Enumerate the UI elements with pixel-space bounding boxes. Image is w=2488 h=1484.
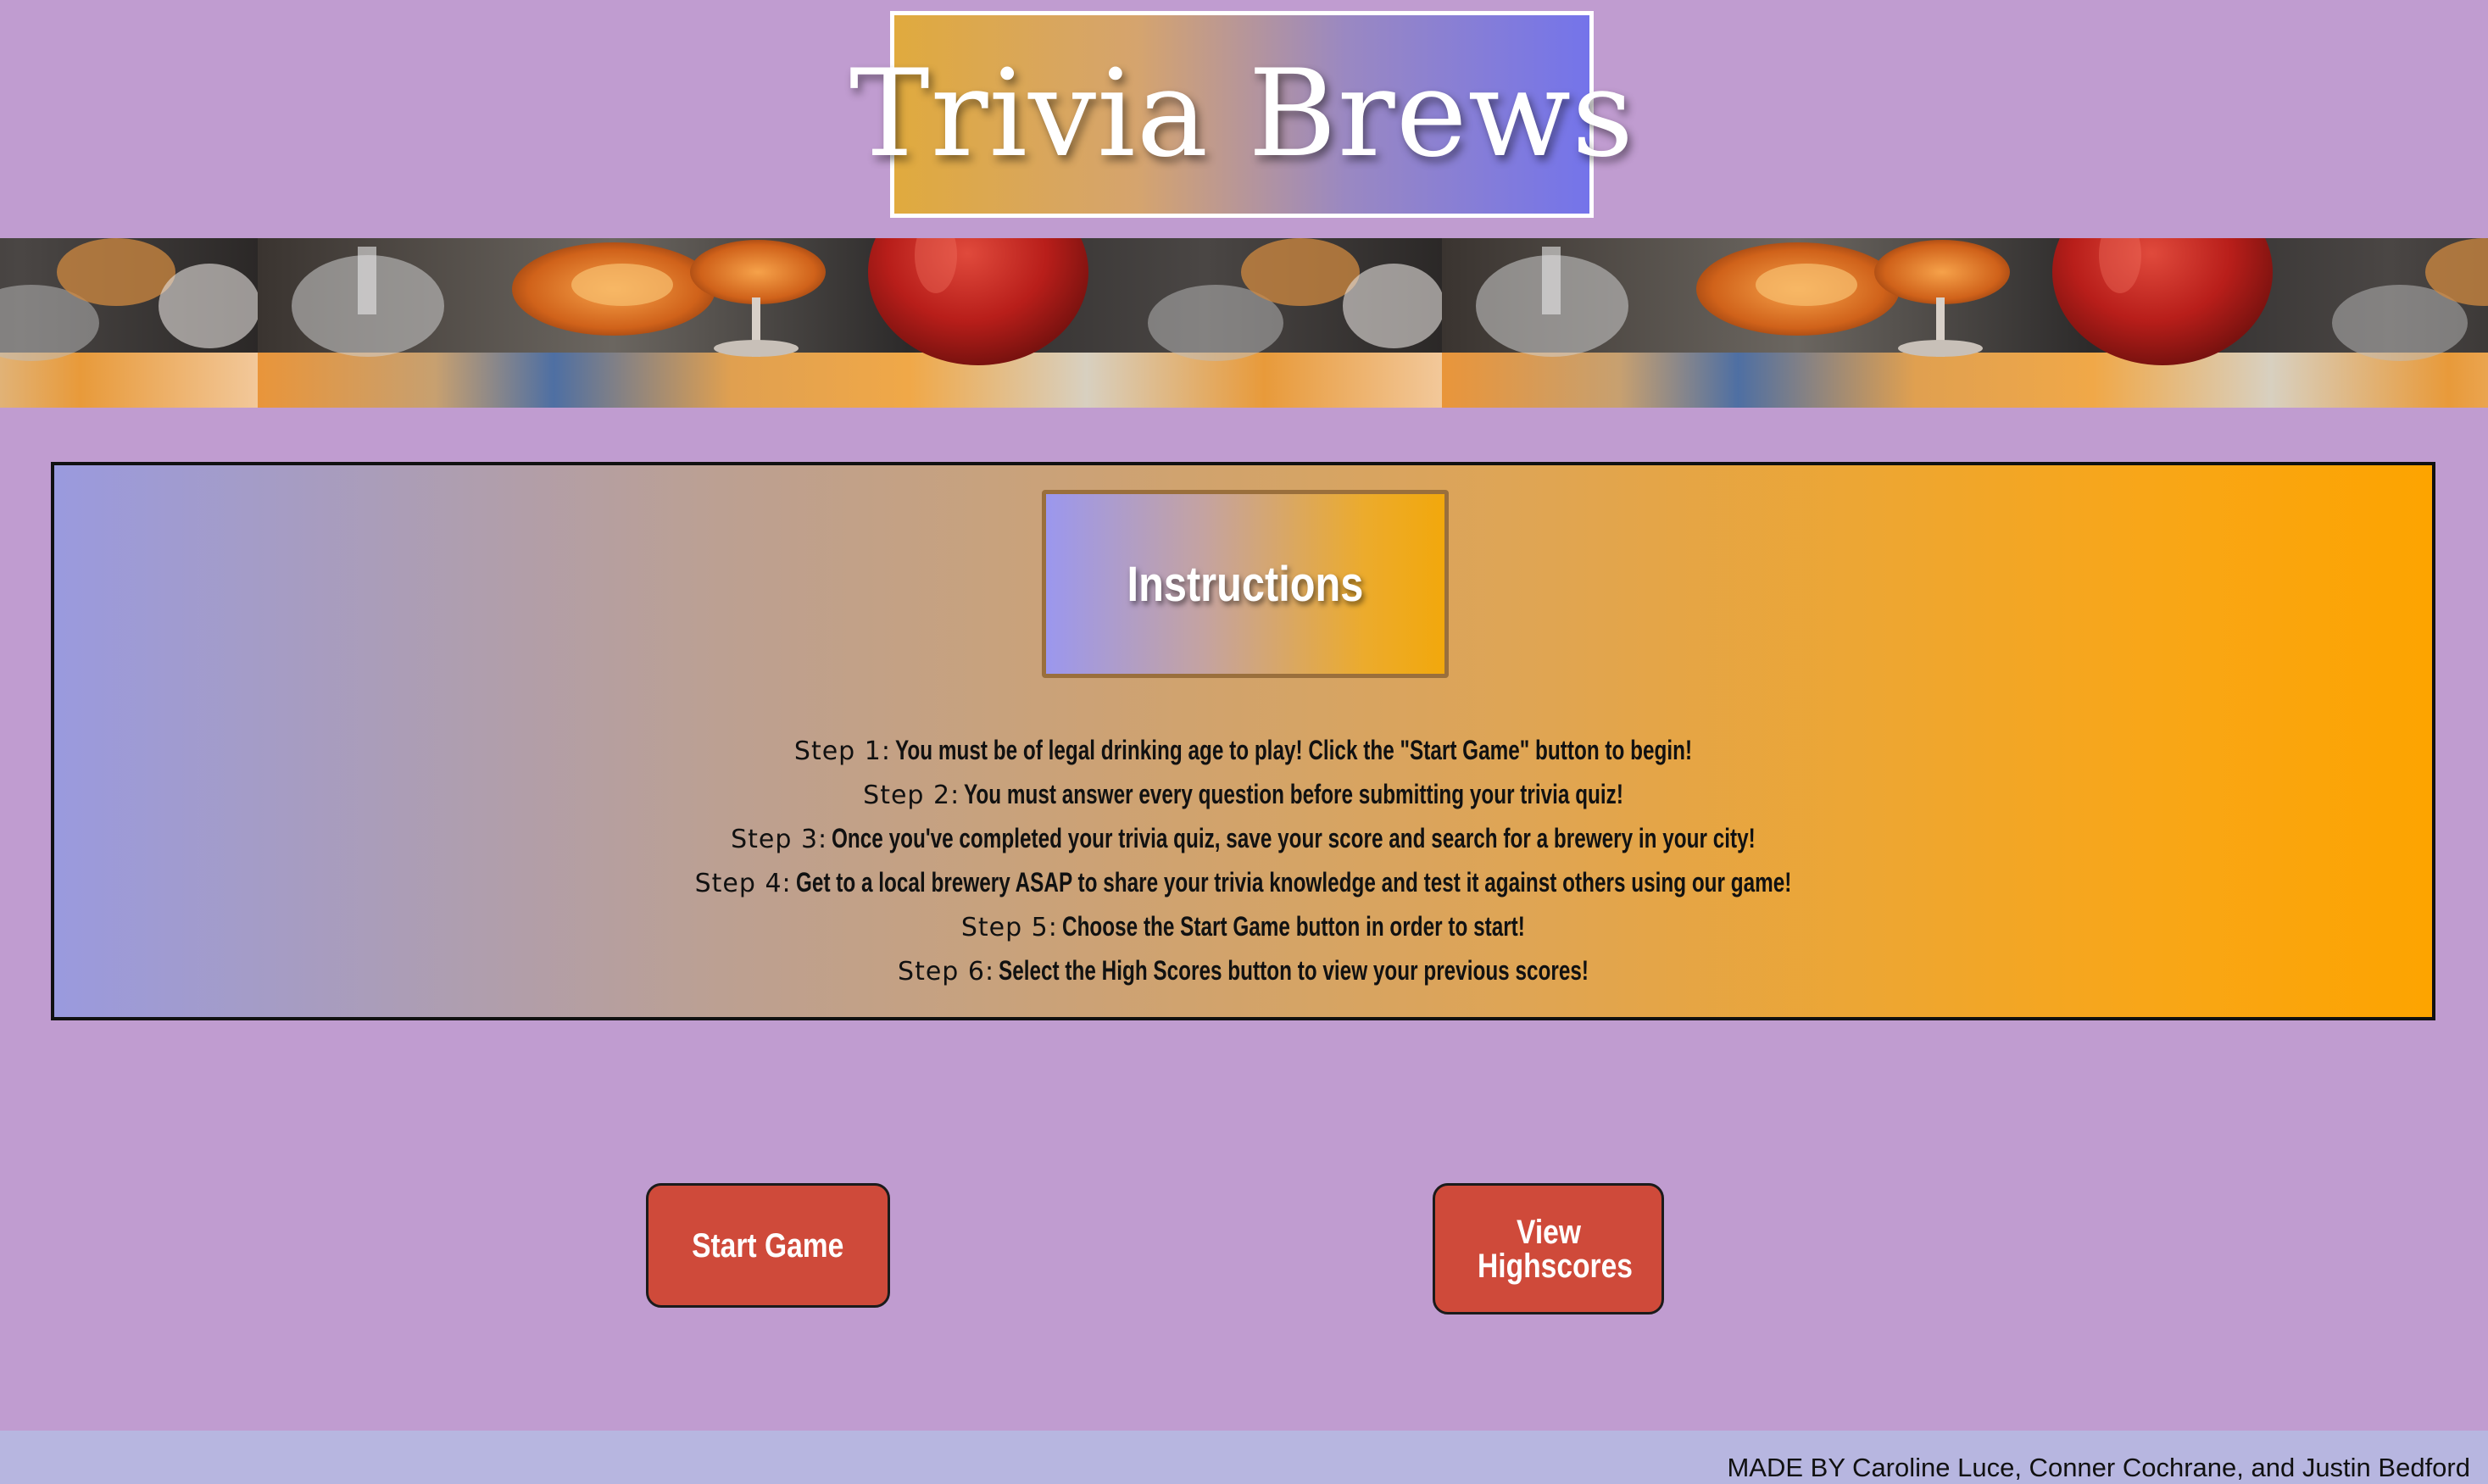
instructions-heading: Instructions [1127,556,1364,612]
start-game-label: Start Game [692,1226,844,1264]
step-text: Choose the Start Game button in order to… [1061,911,1525,942]
step-text: You must answer every question before su… [964,779,1624,809]
footer: MADE BY Caroline Luce, Conner Cochrane, … [0,1431,2488,1484]
instructions-steps-list: Step 1: You must be of legal drinking ag… [54,728,2432,992]
title-banner: Trivia Brews [849,11,1634,218]
instructions-panel: Instructions Step 1: You must be of lega… [51,462,2435,1020]
instruction-step: Step 1: You must be of legal drinking ag… [54,728,2432,772]
step-text: Select the High Scores button to view yo… [999,955,1589,986]
beer-photo-tile [1442,238,2488,408]
view-highscores-button[interactable]: View Highscores [1433,1183,1664,1314]
instruction-step: Step 4: Get to a local brewery ASAP to s… [54,860,2432,904]
step-label: Step 2: [863,781,960,810]
step-label: Step 5: [960,913,1058,942]
step-text: You must be of legal drinking age to pla… [895,735,1693,765]
instruction-step: Step 2: You must answer every question b… [54,772,2432,816]
banner-photo-strip [0,238,2488,408]
step-label: Step 1: [793,736,891,766]
instructions-heading-box: Instructions [1042,490,1449,678]
footer-credits: MADE BY Caroline Luce, Conner Cochrane, … [1727,1453,2470,1482]
beer-photo-tile [258,238,1442,408]
step-label: Step 6: [898,957,995,987]
view-highscores-label: View Highscores [1477,1213,1633,1285]
page-title: Trivia Brews [849,44,1635,184]
step-label: Step 4: [694,869,792,898]
step-label: Step 3: [731,825,828,854]
instruction-step: Step 3: Once you've completed your trivi… [54,816,2432,860]
step-text: Once you've completed your trivia quiz, … [832,823,1756,853]
beer-photo-tile [0,238,258,408]
instruction-step: Step 6: Select the High Scores button to… [54,948,2432,992]
start-game-button[interactable]: Start Game [646,1183,890,1308]
step-text: Get to a local brewery ASAP to share you… [795,867,1792,898]
instruction-step: Step 5: Choose the Start Game button in … [54,904,2432,948]
